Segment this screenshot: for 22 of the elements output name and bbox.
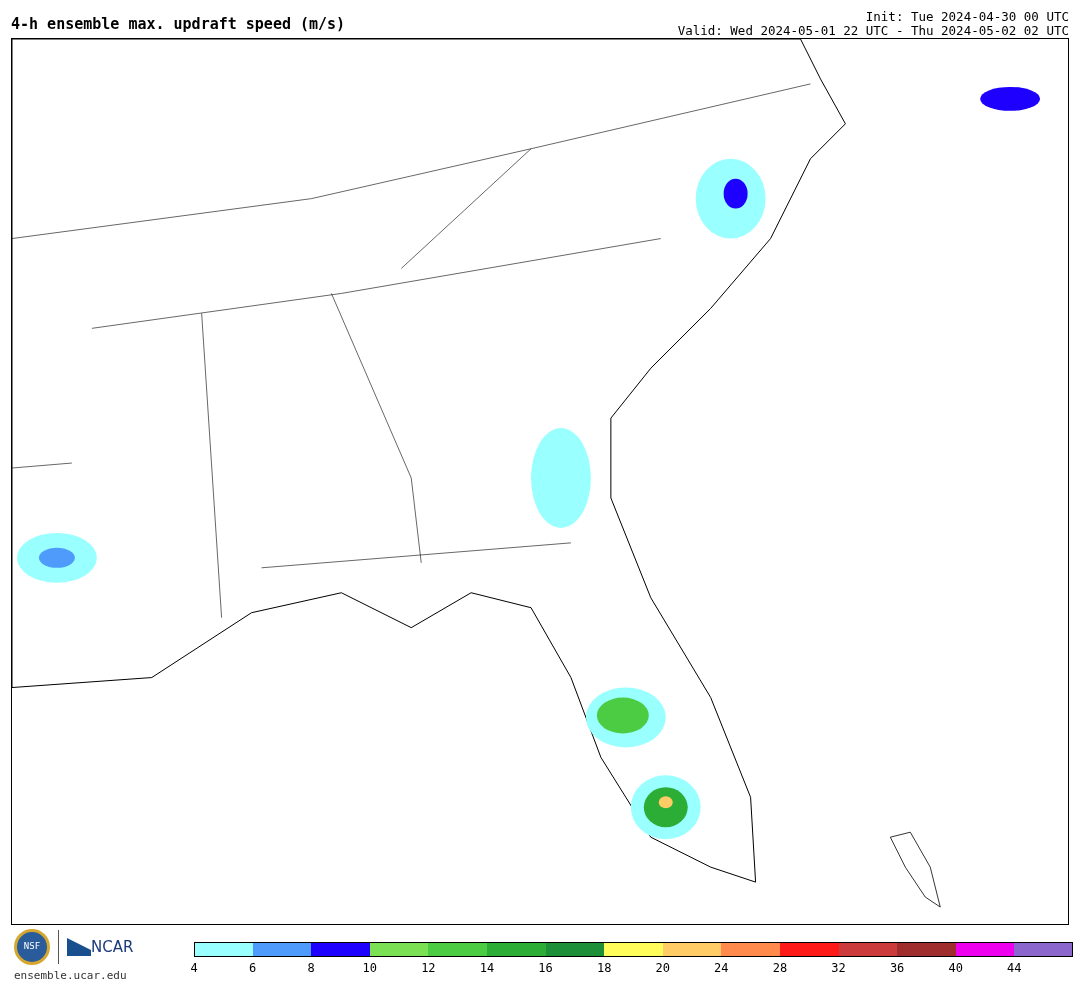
tick-label: 18	[596, 962, 612, 974]
chart-title: 4-h ensemble max. updraft speed (m/s)	[11, 17, 346, 35]
init-time: Init: Tue 2024-04-30 00 UTC	[865, 10, 1069, 24]
tick-label: 14	[479, 962, 495, 974]
valid-time: Valid: Wed 2024-05-01 22 UTC - Thu 2024-05-02 02 UTC	[677, 24, 1069, 38]
tick-label: 4	[190, 962, 198, 974]
tick-label: 36	[889, 962, 905, 974]
flag-icon	[67, 938, 91, 956]
site-address: ensemble.ucar.edu	[14, 968, 128, 984]
tick-label: 28	[772, 962, 788, 974]
tick-label: 16	[538, 962, 553, 974]
nsf-logo: NSF	[14, 929, 50, 965]
tick-label: 20	[655, 962, 670, 974]
tick-label: 32	[831, 962, 846, 974]
tick-label: 44	[1007, 962, 1022, 974]
tick-label: 8	[307, 962, 315, 974]
tick-label: 40	[948, 962, 963, 974]
ncar-logo-text: NCAR	[91, 936, 134, 958]
tick-label: 12	[421, 962, 436, 974]
tick-label: 6	[249, 962, 257, 974]
tick-label: 10	[362, 962, 377, 974]
tick-label: 24	[714, 962, 729, 974]
